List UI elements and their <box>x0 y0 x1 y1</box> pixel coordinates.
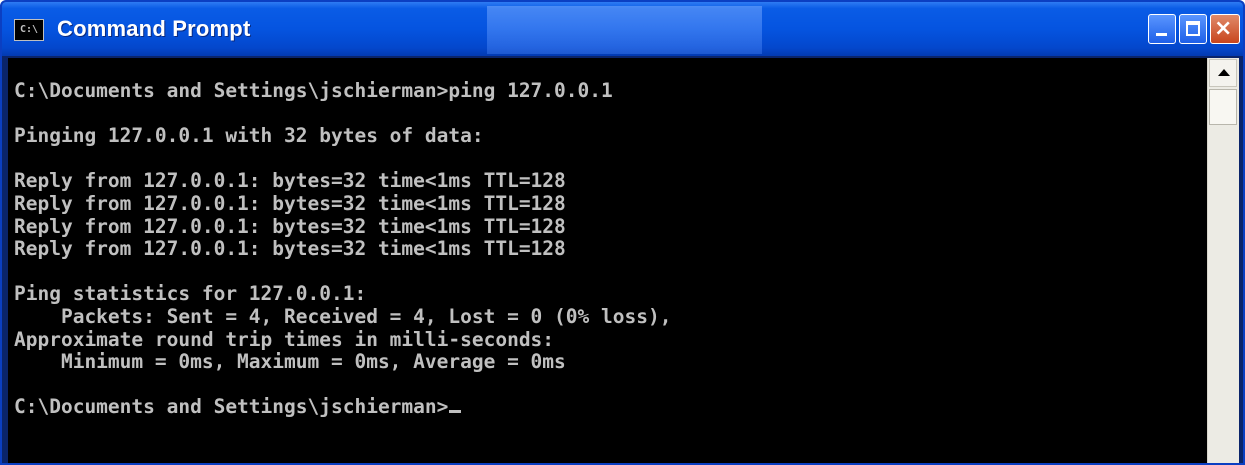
minimize-button[interactable] <box>1148 14 1176 44</box>
scroll-up-button[interactable] <box>1209 59 1237 87</box>
console-area[interactable]: C:\Documents and Settings\jschierman>pin… <box>8 58 1239 463</box>
scroll-thumb[interactable] <box>1209 89 1237 125</box>
console-text: C:\Documents and Settings\jschierman>pin… <box>14 80 672 419</box>
window-title: Command Prompt <box>57 16 251 41</box>
title-bar[interactable]: C:\ Command Prompt × <box>2 2 1243 56</box>
minimize-icon <box>1156 33 1167 36</box>
vertical-scrollbar[interactable] <box>1207 58 1239 463</box>
console-output[interactable]: C:\Documents and Settings\jschierman>pin… <box>14 80 1209 463</box>
command-prompt-window: C:\ Command Prompt × C:\Documents and Se… <box>0 0 1245 465</box>
console-icon[interactable]: C:\ <box>14 19 44 41</box>
close-button[interactable]: × <box>1210 14 1240 44</box>
maximize-icon <box>1186 21 1200 36</box>
up-arrow-icon <box>1218 69 1230 76</box>
maximize-button[interactable] <box>1179 14 1207 44</box>
close-icon: × <box>1214 16 1233 41</box>
title-bar-highlight <box>487 6 762 54</box>
text-cursor <box>449 410 462 414</box>
